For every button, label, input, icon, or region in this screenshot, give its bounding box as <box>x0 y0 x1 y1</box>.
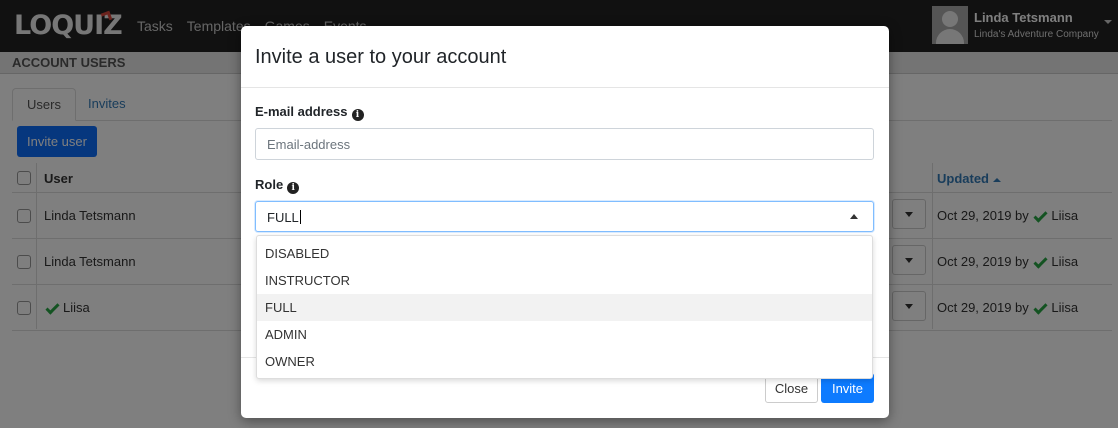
email-label: E-mail address i <box>255 104 364 121</box>
email-field[interactable] <box>255 128 874 160</box>
role-dropdown-menu: DISABLED INSTRUCTOR FULL ADMIN OWNER <box>256 235 873 379</box>
invite-user-modal: Invite a user to your account E-mail add… <box>241 26 889 418</box>
email-label-text: E-mail address <box>255 104 348 119</box>
role-option-instructor[interactable]: INSTRUCTOR <box>257 267 872 294</box>
role-option-admin[interactable]: ADMIN <box>257 321 872 348</box>
info-icon[interactable]: i <box>351 109 364 121</box>
role-option-full[interactable]: FULL <box>257 294 872 321</box>
role-option-owner[interactable]: OWNER <box>257 348 872 375</box>
role-option-disabled[interactable]: DISABLED <box>257 240 872 267</box>
role-label-text: Role <box>255 177 284 192</box>
info-icon[interactable]: i <box>287 182 300 194</box>
chevron-up-icon[interactable] <box>850 214 858 219</box>
role-label: Role i <box>255 177 300 194</box>
role-select-value[interactable]: FULL <box>267 210 301 225</box>
modal-title: Invite a user to your account <box>255 46 507 68</box>
modal-header: Invite a user to your account <box>241 26 889 88</box>
role-select[interactable]: FULL <box>255 201 874 232</box>
